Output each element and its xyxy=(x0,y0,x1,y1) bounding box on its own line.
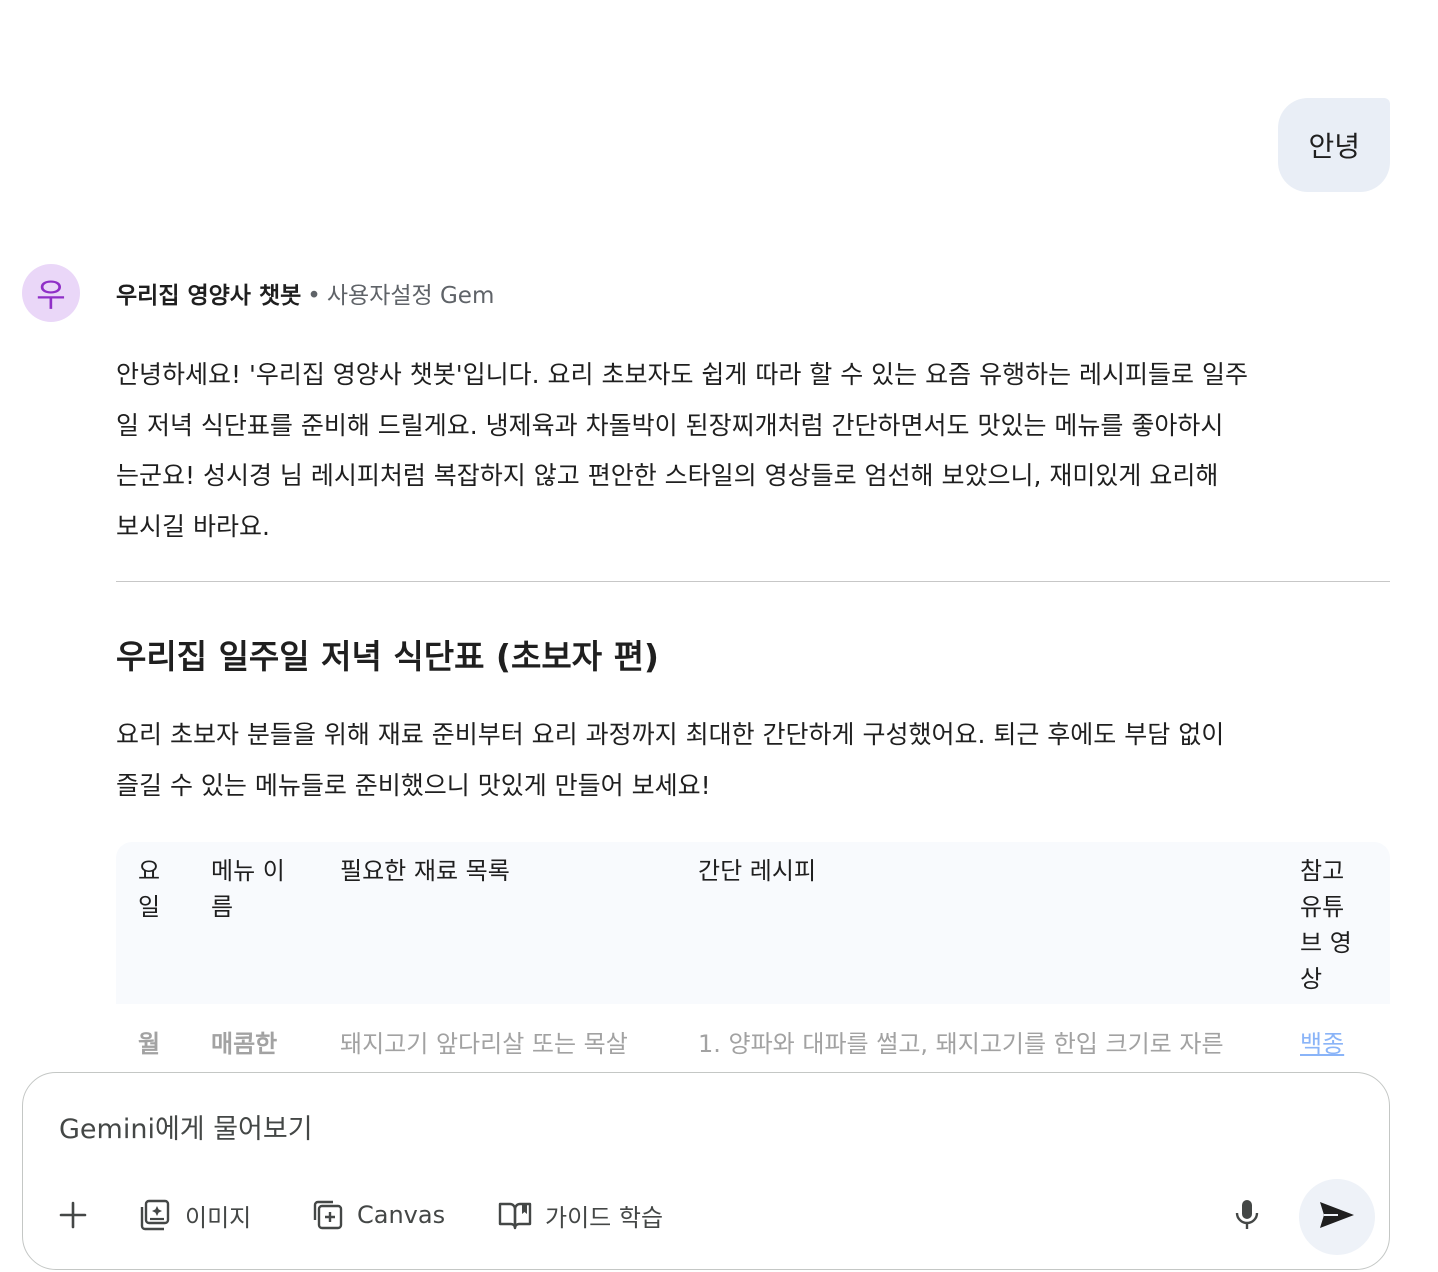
header-video: 참고 유튜 브 영 상 xyxy=(1300,857,1352,993)
intro-line: 는군요! 성시경 님 레시피처럼 복잡하지 않고 편안한 스타일의 영상들로 엄… xyxy=(116,461,1219,490)
table-header-row: 요 일 메뉴 이 름 필요한 재료 목록 간단 레시피 참고 유튜 브 영 상 xyxy=(116,842,1390,1004)
description-line: 요리 초보자 분들을 위해 재료 준비부터 요리 과정까지 최대한 간단하게 구… xyxy=(116,720,1225,749)
header-ingredients: 필요한 재료 목록 xyxy=(340,857,510,885)
row-menu: 매콤한 xyxy=(211,1030,278,1058)
header-recipe: 간단 레시피 xyxy=(698,857,817,885)
gem-avatar: 우 xyxy=(22,264,80,322)
canvas-button-label: Canvas xyxy=(357,1201,446,1229)
description-paragraph: 요리 초보자 분들을 위해 재료 준비부터 요리 과정까지 최대한 간단하게 구… xyxy=(116,710,1390,811)
intro-line: 안녕하세요! '우리집 영양사 챗봇'입니다. 요리 초보자도 쉽게 따라 할 … xyxy=(116,360,1248,389)
canvas-icon xyxy=(311,1198,345,1232)
model-response: 안녕하세요! '우리집 영양사 챗봇'입니다. 요리 초보자도 쉽게 따라 할 … xyxy=(116,350,1390,811)
send-arrow-icon xyxy=(1318,1199,1356,1235)
gem-type: 사용자설정 Gem xyxy=(326,283,495,309)
user-message-bubble: 안녕 xyxy=(1278,98,1390,192)
open-book-icon xyxy=(497,1199,533,1231)
image-gen-icon xyxy=(139,1198,173,1232)
prompt-input-box[interactable]: Gemini에게 물어보기 이미지 Canvas 가이드 학습 xyxy=(22,1072,1390,1270)
description-line: 즐길 수 있는 메뉴들로 준비했으니 맛있게 만들어 보세요! xyxy=(116,770,711,800)
image-button-label: 이미지 xyxy=(185,1203,252,1232)
intro-line: 보시길 바라요. xyxy=(116,511,270,541)
gem-header: 우리집 영양사 챗봇 • 사용자설정 Gem xyxy=(116,276,494,310)
row-day: 월 xyxy=(138,1030,161,1058)
response-heading: 우리집 일주일 저녁 식단표 (초보자 편) xyxy=(116,637,660,676)
row-ingredients: 돼지고기 앞다리살 또는 목살 xyxy=(340,1030,628,1058)
header-menu: 메뉴 이 름 xyxy=(211,857,285,921)
plus-icon xyxy=(57,1199,89,1231)
add-button[interactable] xyxy=(57,1191,89,1239)
header-day: 요 일 xyxy=(138,857,161,921)
send-button[interactable] xyxy=(1299,1179,1375,1255)
intro-line: 일 저녁 식단표를 준비해 드릴게요. 냉제육과 차돌박이 된장찌개처럼 간단하… xyxy=(116,410,1224,440)
row-video-link[interactable]: 백종 xyxy=(1300,1026,1360,1062)
chat-page: 안녕 우 우리집 영양사 챗봇 • 사용자설정 Gem 안녕하세요! '우리집 영양… xyxy=(0,0,1438,1272)
section-divider xyxy=(116,581,1390,582)
microphone-icon xyxy=(1234,1198,1260,1236)
gem-name: 우리집 영양사 챗봇 xyxy=(116,283,302,309)
microphone-button[interactable] xyxy=(1227,1193,1267,1241)
user-message-text: 안녕 xyxy=(1308,130,1360,163)
gem-separator: • xyxy=(307,283,321,309)
image-button[interactable]: 이미지 xyxy=(139,1191,251,1239)
guided-learning-label: 가이드 학습 xyxy=(545,1203,664,1232)
prompt-input[interactable]: Gemini에게 물어보기 xyxy=(59,1107,313,1146)
intro-paragraph: 안녕하세요! '우리집 영양사 챗봇'입니다. 요리 초보자도 쉽게 따라 할 … xyxy=(116,350,1390,552)
gem-avatar-letter: 우 xyxy=(36,276,66,314)
meal-plan-table: 요 일 메뉴 이 름 필요한 재료 목록 간단 레시피 참고 유튜 브 영 상 … xyxy=(116,842,1390,1082)
guided-learning-button[interactable]: 가이드 학습 xyxy=(497,1191,663,1239)
canvas-button[interactable]: Canvas xyxy=(311,1191,445,1239)
row-recipe: 1. 양파와 대파를 썰고, 돼지고기를 한입 크기로 자른 xyxy=(698,1030,1224,1058)
